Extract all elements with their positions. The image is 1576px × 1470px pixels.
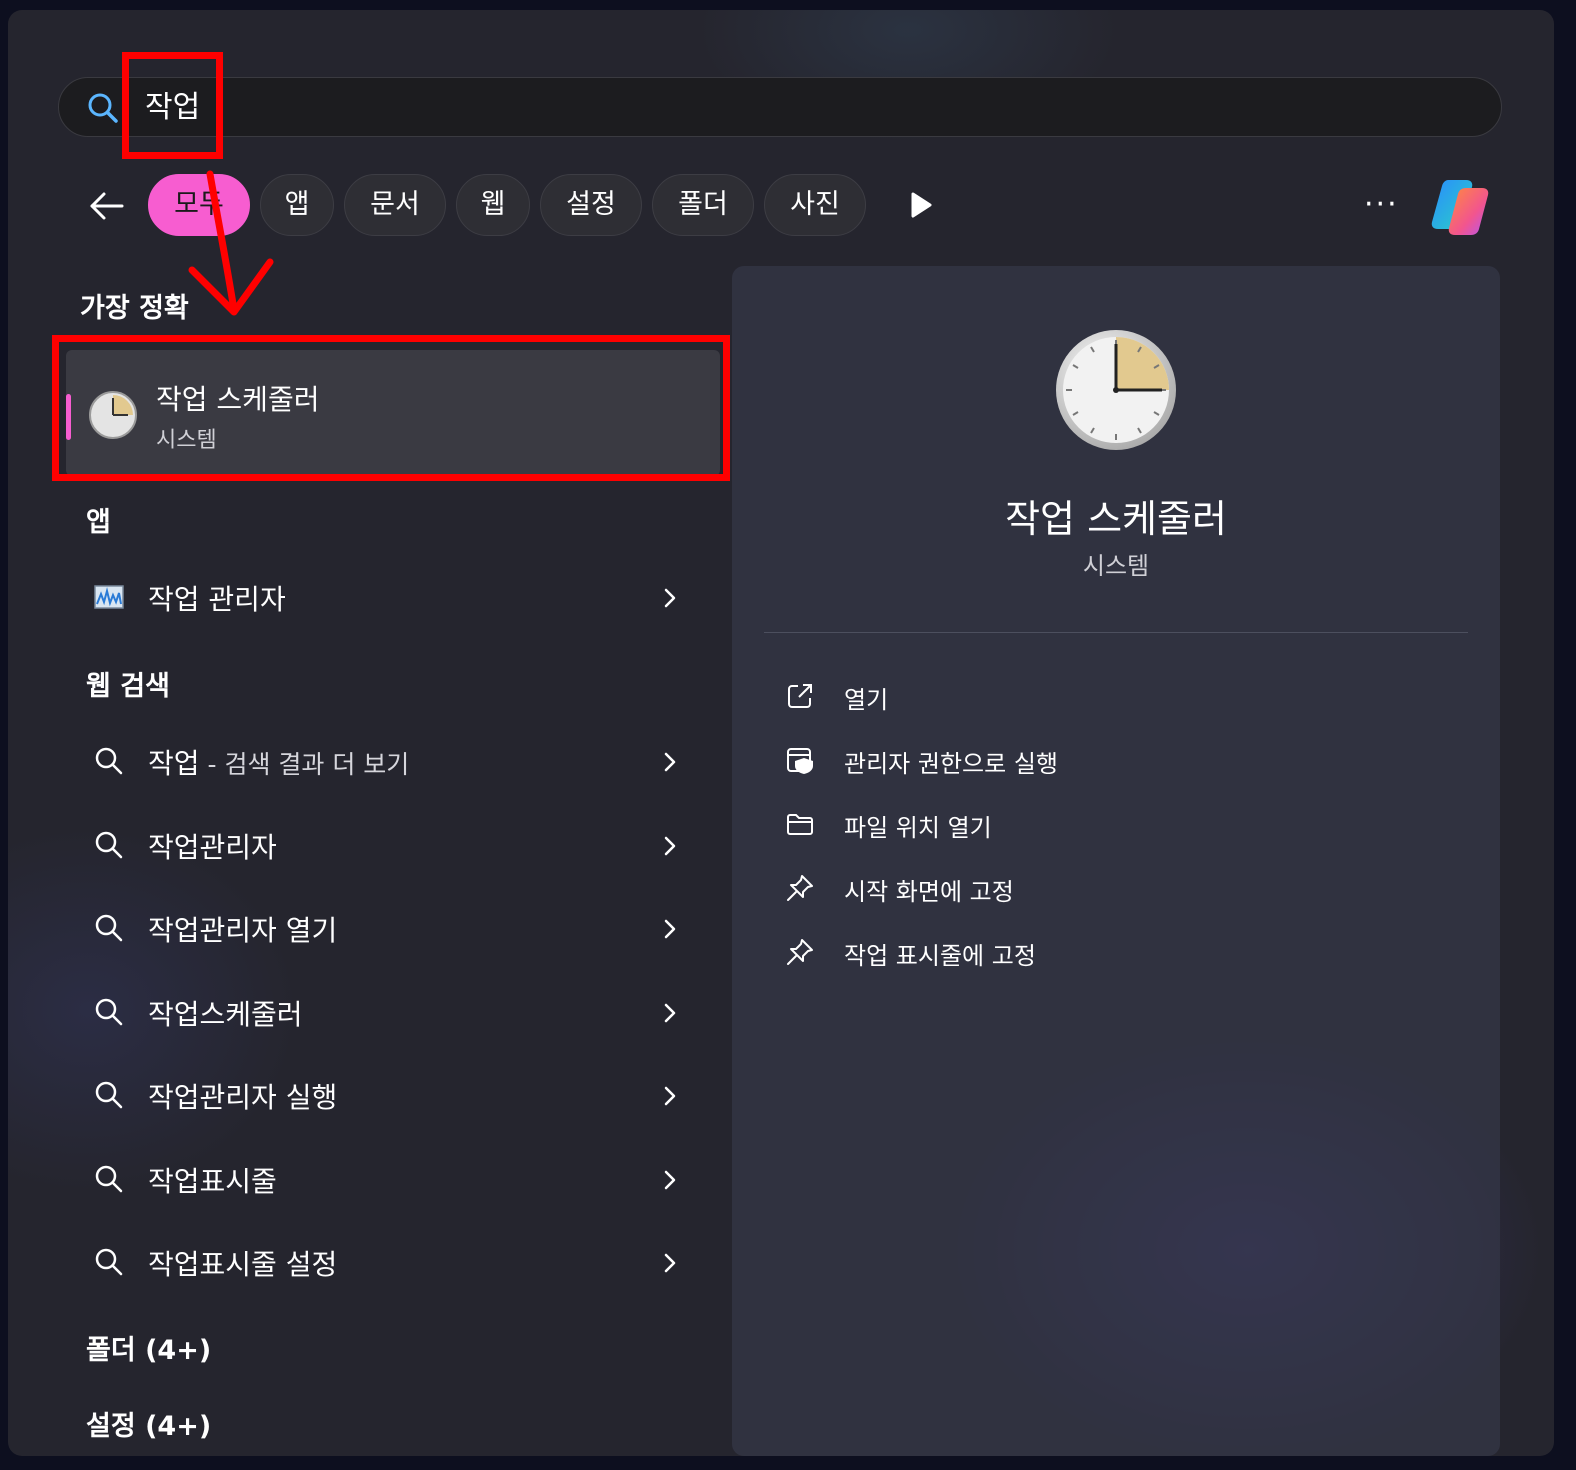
chevron-right-icon[interactable] [662, 1251, 678, 1275]
action-label: 시작 화면에 고정 [844, 878, 1014, 906]
chevron-right-icon[interactable] [662, 586, 678, 610]
action-pin-to-start[interactable]: 시작 화면에 고정 [784, 866, 1384, 910]
search-icon [95, 1081, 123, 1109]
app-result-label: 작업 관리자 [148, 583, 286, 616]
section-heading-web-search: 웹 검색 [86, 671, 170, 702]
action-run-as-admin[interactable]: 관리자 권한으로 실행 [784, 738, 1384, 782]
action-label: 파일 위치 열기 [844, 814, 992, 842]
web-result-label: 작업관리자 [148, 831, 277, 864]
web-result[interactable]: 작업표시줄 설정 [88, 1237, 688, 1287]
filter-chip-photos[interactable]: 사진 [764, 174, 866, 236]
search-icon [95, 914, 123, 942]
section-heading-folders[interactable]: 폴더 (4+) [86, 1328, 211, 1367]
web-result-label: 작업관리자 실행 [148, 1081, 338, 1114]
section-heading-settings[interactable]: 설정 (4+) [86, 1404, 211, 1443]
web-result[interactable]: 작업스케줄러 [88, 987, 688, 1037]
run-as-admin-icon [787, 748, 813, 774]
pin-icon [787, 875, 813, 901]
open-external-icon [788, 684, 812, 708]
web-result-label: 작업관리자 열기 [148, 914, 338, 947]
copilot-icon[interactable] [1426, 174, 1492, 240]
app-result-task-manager[interactable]: 작업 관리자 [88, 572, 688, 622]
start-search-window: 작업 모두 앱 문서 웹 설정 폴더 사진 ··· 가장 정확 작업 스케줄러 … [8, 10, 1554, 1456]
search-icon [95, 831, 123, 859]
folder-icon [787, 814, 813, 835]
search-box[interactable]: 작업 [58, 77, 1502, 137]
chevron-right-icon[interactable] [662, 1168, 678, 1192]
action-open[interactable]: 열기 [784, 674, 1384, 718]
preview-subtitle: 시스템 [1082, 552, 1150, 580]
search-icon [95, 747, 123, 775]
action-pin-to-taskbar[interactable]: 작업 표시줄에 고정 [784, 930, 1384, 974]
chevron-right-icon[interactable] [662, 917, 678, 941]
more-options-button[interactable]: ··· [1364, 190, 1399, 220]
chevron-right-icon[interactable] [662, 1084, 678, 1108]
web-result-label: 작업표시줄 설정 [148, 1248, 338, 1281]
scroll-filters-right-icon[interactable] [908, 190, 934, 220]
task-manager-icon [94, 585, 124, 609]
back-arrow-icon[interactable] [86, 186, 126, 226]
filter-chip-folders[interactable]: 폴더 [652, 174, 754, 236]
action-label: 열기 [844, 686, 889, 714]
search-icon [95, 998, 123, 1026]
web-result-label: 작업스케줄러 [148, 998, 303, 1031]
filter-chip-documents[interactable]: 문서 [344, 174, 446, 236]
filter-chip-web[interactable]: 웹 [456, 174, 530, 236]
web-result[interactable]: 작업관리자 [88, 820, 688, 870]
chevron-right-icon[interactable] [662, 834, 678, 858]
preview-title: 작업 스케줄러 [1005, 497, 1227, 541]
annotation-box-best-match [52, 335, 730, 481]
web-result-suffix: - 검색 결과 더 보기 [199, 750, 410, 779]
web-result-label: 작업 [148, 747, 200, 780]
chevron-right-icon[interactable] [662, 1001, 678, 1025]
section-heading-best-match: 가장 정확 [80, 293, 189, 324]
clock-icon [1056, 330, 1176, 450]
search-icon [95, 1165, 123, 1193]
search-icon [95, 1248, 123, 1276]
action-label: 관리자 권한으로 실행 [844, 750, 1058, 778]
web-result-label: 작업표시줄 [148, 1165, 277, 1198]
section-heading-apps: 앱 [86, 507, 111, 538]
web-result[interactable]: 작업관리자 실행 [88, 1070, 688, 1120]
preview-pane: 작업 스케줄러 시스템 열기 관리자 권한으로 실행 파일 위치 열기 시작 화… [732, 266, 1500, 1456]
divider [764, 632, 1468, 633]
chevron-right-icon[interactable] [662, 750, 678, 774]
annotation-box-search-query [122, 52, 223, 159]
web-result[interactable]: 작업관리자 열기 [88, 903, 688, 953]
filter-chip-settings[interactable]: 설정 [540, 174, 642, 236]
annotation-arrow-icon [188, 170, 274, 316]
action-open-file-location[interactable]: 파일 위치 열기 [784, 802, 1384, 846]
web-result[interactable]: 작업표시줄 [88, 1154, 688, 1204]
pin-icon [787, 939, 813, 965]
search-icon [88, 93, 118, 123]
action-label: 작업 표시줄에 고정 [844, 942, 1036, 970]
web-result[interactable]: 작업 - 검색 결과 더 보기 [88, 736, 688, 786]
